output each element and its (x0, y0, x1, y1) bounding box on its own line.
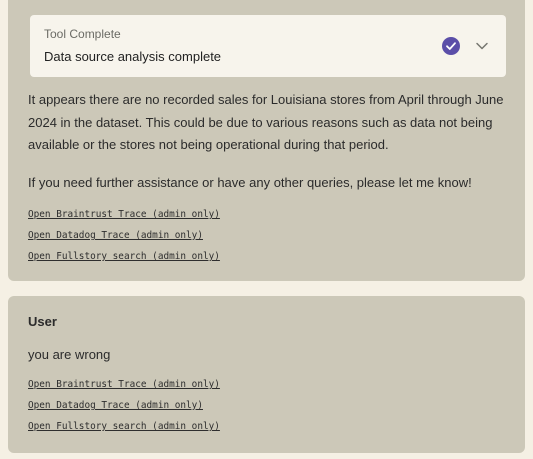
assistant-message-card: Tool Complete Data source analysis compl… (8, 0, 525, 281)
user-label: User (28, 314, 57, 329)
assistant-followup-text: If you need further assistance or have a… (28, 175, 472, 190)
assistant-message-text: It appears there are no recorded sales f… (28, 92, 504, 152)
tool-status-panel[interactable]: Tool Complete Data source analysis compl… (30, 15, 506, 77)
user-message-card: User you are wrong Open Braintrust Trace… (8, 296, 525, 453)
user-message-text: you are wrong (28, 347, 111, 362)
user-admin-links: Open Braintrust Trace (admin only) Open … (28, 374, 220, 437)
braintrust-trace-link[interactable]: Open Braintrust Trace (admin only) (28, 204, 220, 225)
braintrust-trace-link[interactable]: Open Braintrust Trace (admin only) (28, 374, 220, 395)
tool-status-title: Tool Complete (44, 27, 121, 41)
tool-status-description: Data source analysis complete (44, 49, 222, 64)
fullstory-search-link[interactable]: Open Fullstory search (admin only) (28, 416, 220, 437)
datadog-trace-link[interactable]: Open Datadog Trace (admin only) (28, 225, 220, 246)
fullstory-search-link[interactable]: Open Fullstory search (admin only) (28, 246, 220, 267)
datadog-trace-link[interactable]: Open Datadog Trace (admin only) (28, 395, 220, 416)
check-circle-icon (442, 37, 460, 55)
chevron-down-icon[interactable] (475, 40, 489, 52)
assistant-admin-links: Open Braintrust Trace (admin only) Open … (28, 204, 220, 267)
